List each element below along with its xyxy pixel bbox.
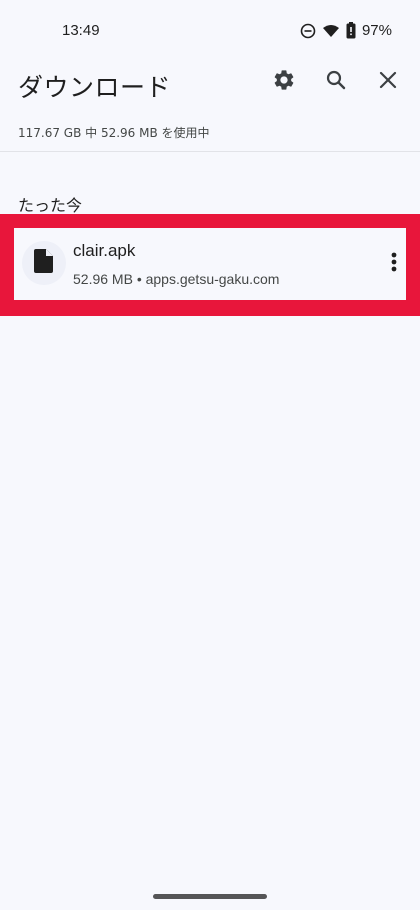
file-meta: 52.96 MB • apps.getsu-gaku.com	[73, 271, 280, 287]
top-actions	[266, 64, 406, 100]
battery-icon	[346, 22, 356, 39]
section-header-just-now: たった今	[18, 196, 83, 215]
download-list-item[interactable]: clair.apk 52.96 MB • apps.getsu-gaku.com	[14, 228, 406, 300]
wifi-icon	[322, 23, 340, 39]
battery-percent: 97%	[361, 22, 392, 39]
storage-usage-text: 117.67 GB 中 52.96 MB を使用中	[18, 126, 210, 140]
more-vert-icon	[391, 252, 397, 276]
file-icon-container	[22, 241, 66, 285]
status-time: 13:49	[62, 22, 100, 39]
top-app-bar: ダウンロード	[0, 58, 420, 106]
settings-icon	[272, 68, 296, 96]
more-options-button[interactable]	[382, 244, 406, 284]
close-icon	[376, 68, 400, 96]
settings-button[interactable]	[266, 64, 302, 100]
file-icon	[34, 249, 54, 277]
search-icon	[324, 68, 348, 96]
search-button[interactable]	[318, 64, 354, 100]
divider	[0, 151, 420, 152]
gesture-nav-handle[interactable]	[153, 894, 267, 899]
page-title: ダウンロード	[18, 73, 172, 102]
close-button[interactable]	[370, 64, 406, 100]
do-not-disturb-icon	[300, 23, 316, 39]
status-bar: 13:49 97%	[0, 0, 420, 64]
file-name: clair.apk	[73, 241, 136, 260]
status-icons: 97%	[300, 22, 392, 39]
